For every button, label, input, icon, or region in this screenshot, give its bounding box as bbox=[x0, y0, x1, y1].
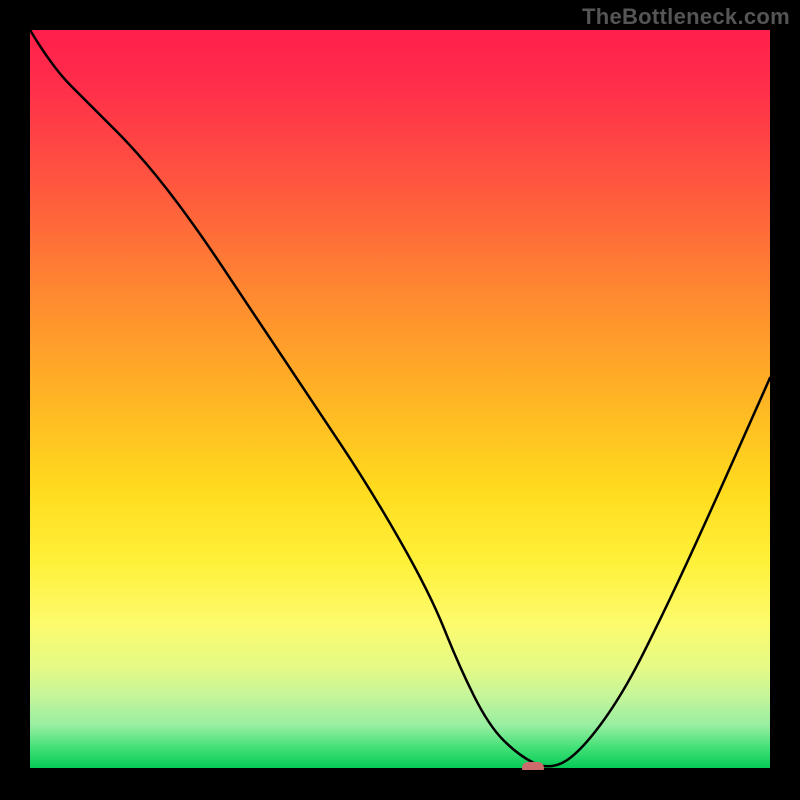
bottleneck-curve bbox=[30, 30, 770, 766]
chart-frame: TheBottleneck.com bbox=[0, 0, 800, 800]
curve-layer bbox=[30, 30, 770, 770]
optimal-marker bbox=[522, 762, 544, 770]
watermark-text: TheBottleneck.com bbox=[582, 4, 790, 30]
plot-area bbox=[30, 30, 770, 770]
